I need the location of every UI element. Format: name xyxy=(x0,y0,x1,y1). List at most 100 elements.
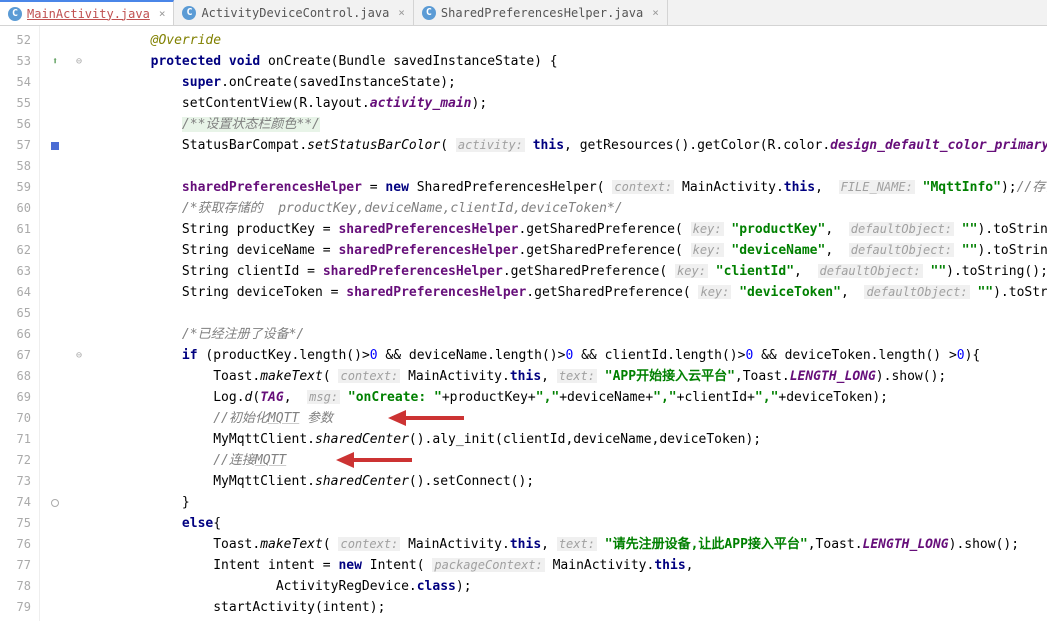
fold-toggle xyxy=(70,492,88,513)
code-line[interactable]: startActivity(intent); xyxy=(88,597,1047,618)
code-line[interactable]: //初始化MQTT 参数 xyxy=(88,408,1047,429)
code-line[interactable]: sharedPreferencesHelper = new SharedPref… xyxy=(88,177,1047,198)
code-line[interactable]: @Override xyxy=(88,30,1047,51)
line-number: 75 xyxy=(0,513,31,534)
close-icon[interactable]: × xyxy=(652,6,659,19)
code-line[interactable]: Intent intent = new Intent( packageConte… xyxy=(88,555,1047,576)
fold-toggle xyxy=(70,408,88,429)
line-number: 59 xyxy=(0,177,31,198)
fold-toggle xyxy=(70,366,88,387)
fold-toggle xyxy=(70,135,88,156)
fold-toggle[interactable]: ⊖ xyxy=(70,51,88,72)
code-line[interactable]: /*获取存储的 productKey,deviceName,clientId,d… xyxy=(88,198,1047,219)
tab-sharedpreferenceshelper-java[interactable]: CSharedPreferencesHelper.java× xyxy=(414,0,668,25)
code-line[interactable] xyxy=(88,156,1047,177)
fold-toggle xyxy=(70,597,88,618)
marker xyxy=(40,177,70,198)
override-up-icon[interactable]: ⬆ xyxy=(52,51,58,72)
code-line[interactable]: Log.d(TAG, msg: "onCreate: "+productKey+… xyxy=(88,387,1047,408)
marker xyxy=(40,366,70,387)
fold-toggle xyxy=(70,303,88,324)
tab-activitydevicecontrol-java[interactable]: C ActivityDeviceControl.java × xyxy=(174,0,413,25)
marker xyxy=(40,114,70,135)
line-number: 55 xyxy=(0,93,31,114)
code-line[interactable]: String deviceName = sharedPreferencesHel… xyxy=(88,240,1047,261)
fold-gutter: ⊖⊖ xyxy=(70,26,88,621)
code-line[interactable]: String clientId = sharedPreferencesHelpe… xyxy=(88,261,1047,282)
close-icon[interactable]: × xyxy=(398,6,405,19)
marker xyxy=(40,555,70,576)
code-line[interactable]: String deviceToken = sharedPreferencesHe… xyxy=(88,282,1047,303)
line-number: 65 xyxy=(0,303,31,324)
line-number: 73 xyxy=(0,471,31,492)
fold-toggle xyxy=(70,198,88,219)
line-number: 70 xyxy=(0,408,31,429)
fold-toggle xyxy=(70,72,88,93)
fold-toggle xyxy=(70,219,88,240)
marker xyxy=(40,303,70,324)
fold-toggle xyxy=(70,282,88,303)
code-line[interactable]: //连接MQTT xyxy=(88,450,1047,471)
marker xyxy=(40,576,70,597)
code-line[interactable]: setContentView(R.layout.activity_main); xyxy=(88,93,1047,114)
line-number: 69 xyxy=(0,387,31,408)
code-line[interactable]: String productKey = sharedPreferencesHel… xyxy=(88,219,1047,240)
annotation-arrow-icon xyxy=(336,452,354,468)
line-number: 60 xyxy=(0,198,31,219)
code-line[interactable]: else{ xyxy=(88,513,1047,534)
marker-gutter: ⬆ xyxy=(40,26,70,621)
fold-toggle xyxy=(70,555,88,576)
line-number: 62 xyxy=(0,240,31,261)
marker xyxy=(40,471,70,492)
editor-tabs: C MainActivity.java × C ActivityDeviceContro… xyxy=(0,0,1047,26)
gutter-circle-icon xyxy=(51,499,59,507)
code-line[interactable]: } xyxy=(88,492,1047,513)
code-line[interactable]: Toast.makeText( context: MainActivity.th… xyxy=(88,534,1047,555)
java-class-icon: C xyxy=(182,6,196,20)
marker xyxy=(40,198,70,219)
line-number: 66 xyxy=(0,324,31,345)
fold-toggle xyxy=(70,240,88,261)
marker xyxy=(40,72,70,93)
fold-toggle xyxy=(70,576,88,597)
close-icon[interactable]: × xyxy=(159,7,166,20)
tab-label: MainActivity.java xyxy=(27,7,150,21)
tab-mainactivity-java[interactable]: C MainActivity.java × xyxy=(0,0,174,25)
line-number: 71 xyxy=(0,429,31,450)
marker xyxy=(40,513,70,534)
code-line[interactable]: super.onCreate(savedInstanceState); xyxy=(88,72,1047,93)
annotation-arrow-shaft xyxy=(404,416,464,420)
code-line[interactable]: MyMqttClient.sharedCenter().aly_init(cli… xyxy=(88,429,1047,450)
code-line[interactable]: Toast.makeText( context: MainActivity.th… xyxy=(88,366,1047,387)
line-number: 52 xyxy=(0,30,31,51)
code-line[interactable]: /*已经注册了设备*/ xyxy=(88,324,1047,345)
marker xyxy=(40,387,70,408)
marker xyxy=(40,492,70,513)
code-line[interactable]: MyMqttClient.sharedCenter().setConnect()… xyxy=(88,471,1047,492)
tab-label: ActivityDeviceControl.java xyxy=(201,6,389,20)
line-number-gutter: 5253545556575859606162636465666768697071… xyxy=(0,26,40,621)
fold-toggle xyxy=(70,261,88,282)
code-line[interactable]: StatusBarCompat.setStatusBarColor( activ… xyxy=(88,135,1047,156)
code-line[interactable]: protected void onCreate(Bundle savedInst… xyxy=(88,51,1047,72)
code-area[interactable]: @Override protected void onCreate(Bundle… xyxy=(88,26,1047,618)
code-line[interactable] xyxy=(88,303,1047,324)
fold-toggle xyxy=(70,429,88,450)
fold-toggle xyxy=(70,324,88,345)
editor-area: 5253545556575859606162636465666768697071… xyxy=(0,26,1047,621)
java-class-icon: C xyxy=(8,7,22,21)
line-number: 58 xyxy=(0,156,31,177)
marker xyxy=(40,219,70,240)
line-number: 72 xyxy=(0,450,31,471)
code-line[interactable]: /**设置状态栏颜色**/ xyxy=(88,114,1047,135)
fold-toggle xyxy=(70,177,88,198)
line-number: 79 xyxy=(0,597,31,618)
marker xyxy=(40,597,70,618)
marker xyxy=(40,135,70,156)
code-line[interactable]: if (productKey.length()>0 && deviceName.… xyxy=(88,345,1047,366)
breakpoint-icon[interactable] xyxy=(51,142,59,150)
fold-toggle xyxy=(70,450,88,471)
marker xyxy=(40,282,70,303)
code-line[interactable]: ActivityRegDevice.class); xyxy=(88,576,1047,597)
fold-toggle[interactable]: ⊖ xyxy=(70,345,88,366)
